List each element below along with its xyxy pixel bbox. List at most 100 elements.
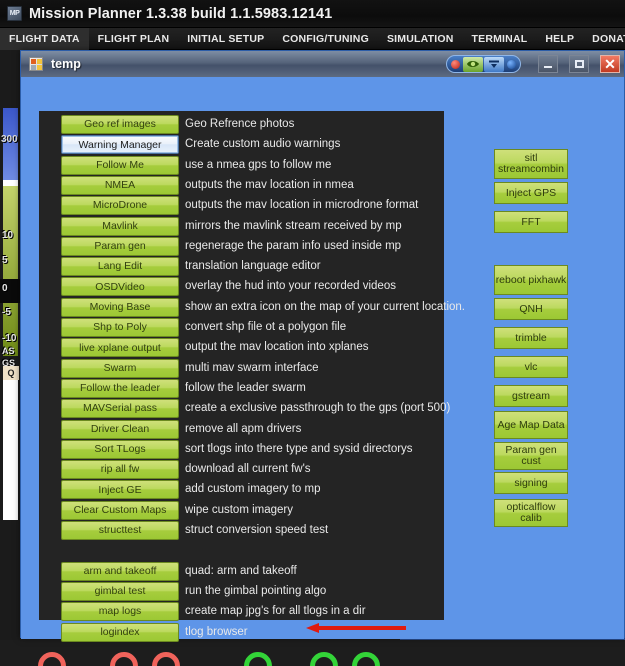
app-titlebar: MP Mission Planner 1.3.38 build 1.1.5983… [0, 0, 625, 28]
tool-button-geo-ref-images[interactable]: Geo ref images [61, 115, 179, 134]
maximize-button[interactable] [569, 55, 589, 73]
gauge-green-2 [310, 652, 338, 666]
tool-description: translation language editor [185, 260, 321, 273]
gauge-red-1 [38, 652, 66, 666]
tool-button-follow-the-leader[interactable]: Follow the leader [61, 378, 179, 398]
side-button-signing[interactable]: signing [494, 472, 568, 494]
menu-item-flight-data[interactable]: FLIGHT DATA [0, 27, 89, 50]
red-left-arrow-icon [306, 623, 406, 633]
tool-button-microdrone[interactable]: MicroDrone [61, 196, 179, 216]
gauge-green-1 [244, 652, 272, 666]
close-button[interactable]: ✕ [600, 55, 620, 73]
tool-button-arm-and-takeoff[interactable]: arm and takeoff [61, 561, 179, 581]
nvidia-overlay-toolbar[interactable] [446, 55, 521, 73]
tool-button-moving-base[interactable]: Moving Base [61, 297, 179, 317]
status-dot-icon[interactable] [507, 59, 516, 69]
app-title: Mission Planner 1.3.38 build 1.1.5983.12… [29, 5, 333, 22]
tool-description: download all current fw's [185, 463, 311, 476]
temp-window-title: temp [51, 57, 81, 71]
menu-item-config-tuning[interactable]: CONFIG/TUNING [273, 28, 378, 50]
tool-button-structtest[interactable]: structtest [61, 521, 179, 540]
screen: 300 10 5 0 -5 -10 AS GS Q MP Mission Pla… [0, 0, 625, 666]
tool-description: sort tlogs into there type and sysid dir… [185, 442, 413, 455]
hud-gauges-row [0, 640, 625, 666]
tool-button-follow-me[interactable]: Follow Me [61, 155, 179, 175]
tool-button-mavserial-pass[interactable]: MAVSerial pass [61, 399, 179, 419]
tool-description: use a nmea gps to follow me [185, 158, 332, 171]
tools-panel: Geo ref images Geo Refrence photos Warning… [39, 111, 465, 642]
side-button-qnh[interactable]: QNH [494, 298, 568, 320]
tool-button-param-gen[interactable]: Param gen [61, 236, 179, 256]
hud-tick-0: 0 [2, 283, 8, 294]
tool-button-osdvideo[interactable]: OSDVideo [61, 277, 179, 297]
broadcast-icon[interactable] [484, 56, 504, 72]
tool-description: mirrors the mavlink stream received by m… [185, 219, 402, 232]
tool-description: create a exclusive passthrough to the gp… [185, 402, 451, 415]
side-button-vlc[interactable]: vlc [494, 356, 568, 378]
tool-button-gimbal-test[interactable]: gimbal test [61, 581, 179, 601]
tool-button-live-xplane-output[interactable]: live xplane output [61, 338, 179, 358]
tool-button-rip-all-fw[interactable]: rip all fw [61, 460, 179, 480]
maximize-icon [574, 60, 584, 68]
side-button-opticalflow-calib[interactable]: opticalflow calib [494, 499, 568, 527]
side-button-inject-gps[interactable]: Inject GPS [494, 182, 568, 204]
temp-window-titlebar[interactable]: temp ✕ [21, 51, 624, 77]
side-button-trimble[interactable]: trimble [494, 327, 568, 349]
tool-button-swarm[interactable]: Swarm [61, 358, 179, 378]
main-menubar: FLIGHT DATA FLIGHT PLAN INITIAL SETUP CONFI… [0, 27, 625, 50]
tool-description: follow the leader swarm [185, 381, 306, 394]
tool-description: quad: arm and takeoff [185, 564, 297, 577]
hud-tick-5: 5 [2, 255, 8, 266]
tool-description: wipe custom imagery [185, 503, 294, 516]
hud-quick-tab[interactable]: Q [3, 366, 19, 380]
gauge-green-3 [352, 652, 380, 666]
menu-item-simulation[interactable]: SIMULATION [378, 28, 463, 50]
hud-ground [3, 186, 18, 356]
tool-button-map-logs[interactable]: map logs [61, 602, 179, 622]
tool-description: Geo Refrence photos [185, 118, 295, 130]
menu-item-flight-plan[interactable]: FLIGHT PLAN [89, 28, 179, 50]
tool-description: multi mav swarm interface [185, 361, 319, 374]
hud-white-area [3, 380, 18, 520]
side-button-age-map-data[interactable]: Age Map Data [494, 411, 568, 439]
tool-description: show an extra icon on the map of your cu… [185, 300, 465, 313]
menu-item-help[interactable]: HELP [536, 28, 583, 50]
tool-description: outputs the mav location in nmea [185, 178, 354, 191]
tool-description: struct conversion speed test [185, 524, 329, 536]
temp-window: temp ✕ Geo ref images Geo Refrence photos… [20, 50, 625, 642]
tool-description: overlay the hud into your recorded video… [185, 280, 396, 293]
menu-item-initial-setup[interactable]: INITIAL SETUP [178, 28, 273, 50]
temp-window-body: Geo ref images Geo Refrence photos Warning… [21, 77, 624, 642]
record-dot-icon[interactable] [451, 59, 460, 69]
hud-tick-10: 10 [2, 230, 14, 241]
mission-planner-icon: MP [7, 6, 22, 21]
hud-tick-minus5: -5 [2, 307, 11, 318]
tool-button-mavlink[interactable]: Mavlink [61, 216, 179, 236]
side-button-gstream[interactable]: gstream [494, 385, 568, 407]
tool-description: create map jpg's for all tlogs in a dir [185, 605, 366, 618]
tool-description: outputs the mav location in microdrone f… [185, 199, 419, 212]
menu-item-donate[interactable]: DONATE [583, 28, 625, 50]
tool-button-clear-custom-maps[interactable]: Clear Custom Maps [61, 500, 179, 520]
tool-button-lang-edit[interactable]: Lang Edit [61, 257, 179, 277]
temp-window-icon [29, 57, 43, 71]
side-button-fft[interactable]: FFT [494, 211, 568, 233]
side-button-param-gen-cust[interactable]: Param gen cust [494, 442, 568, 470]
tool-button-inject-ge[interactable]: Inject GE [61, 480, 179, 500]
minimize-button[interactable] [538, 55, 558, 73]
tool-button-nmea[interactable]: NMEA [61, 175, 179, 195]
tool-button-driver-clean[interactable]: Driver Clean [61, 419, 179, 439]
nvidia-logo-icon[interactable] [463, 56, 483, 72]
tool-button-warning-manager[interactable]: Warning Manager [61, 135, 179, 155]
side-button-sitl-streamcombin[interactable]: sitl streamcombin [494, 149, 568, 179]
hud-panel: 300 10 5 0 -5 -10 AS GS Q [0, 50, 20, 666]
tool-button-sort-tlogs[interactable]: Sort TLogs [61, 439, 179, 459]
hud-tick-minus10: -10 [2, 333, 17, 344]
tool-button-shp-to-poly[interactable]: Shp to Poly [61, 318, 179, 337]
tool-description: output the mav location into xplanes [185, 341, 369, 354]
gauge-red-2 [110, 652, 138, 666]
tool-button-logindex[interactable]: logindex [61, 622, 179, 642]
tool-description: tlog browser [185, 625, 248, 638]
side-button-reboot-pixhawk[interactable]: reboot pixhawk [494, 265, 568, 295]
menu-item-terminal[interactable]: TERMINAL [463, 28, 537, 50]
